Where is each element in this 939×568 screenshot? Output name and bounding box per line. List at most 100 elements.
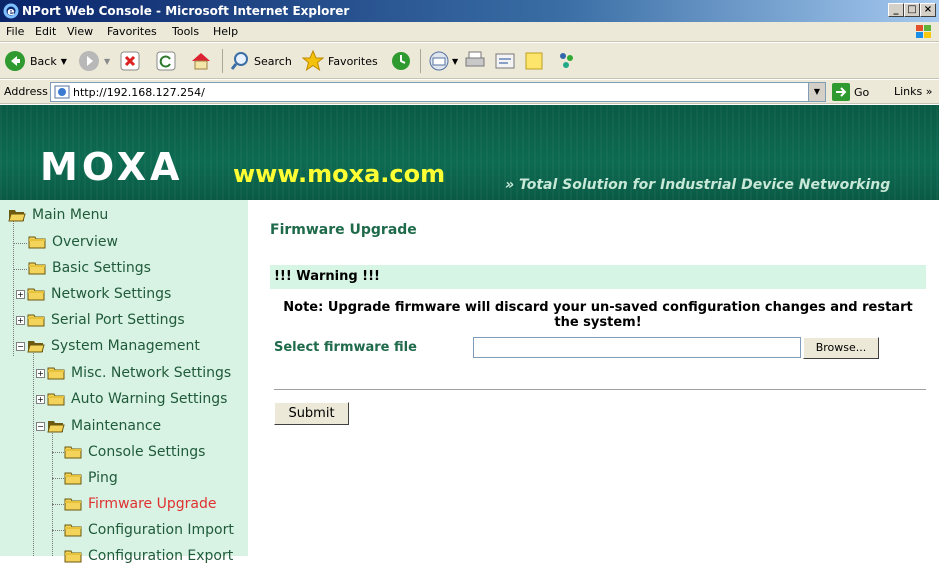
mail-button[interactable]: ▼ — [428, 49, 458, 73]
site-slogan: » Total Solution for Industrial Device N… — [505, 177, 891, 193]
forward-arrow-icon — [79, 51, 99, 71]
stop-icon — [120, 51, 140, 71]
window-title-bar: e NPort Web Console - Microsoft Internet… — [0, 0, 939, 22]
favorites-button[interactable]: Favorites — [302, 49, 378, 73]
site-url[interactable]: www.moxa.com — [233, 160, 445, 188]
warning-banner: !!! Warning !!! — [270, 265, 926, 289]
menu-file[interactable]: File — [6, 22, 24, 42]
sidebar-item-label: System Management — [51, 338, 200, 354]
collapse-toggle-icon[interactable]: − — [36, 421, 45, 431]
messenger-button[interactable] — [556, 49, 578, 73]
history-button[interactable] — [390, 49, 412, 73]
browse-button[interactable]: Browse... — [803, 337, 879, 359]
folder-icon — [64, 550, 82, 563]
go-label: Go — [854, 85, 870, 99]
sidebar-item-basic-settings[interactable]: Basic Settings — [28, 256, 151, 280]
sidebar-item-configuration-export[interactable]: Configuration Export — [64, 544, 233, 568]
forward-button[interactable]: ▼ — [78, 49, 110, 73]
menu-edit[interactable]: Edit — [35, 22, 56, 42]
sidebar-item-label: Ping — [88, 470, 118, 486]
discuss-button[interactable] — [524, 49, 546, 73]
folder-icon — [28, 262, 46, 275]
slogan-text: Total Solution for Industrial Device Net… — [518, 177, 891, 193]
refresh-button[interactable] — [156, 49, 176, 73]
expand-toggle-icon[interactable]: + — [36, 394, 45, 404]
sidebar-item-serial-port-settings[interactable]: + Serial Port Settings — [16, 308, 185, 332]
main-content: Firmware Upgrade !!! Warning !!! Note: U… — [248, 200, 939, 556]
sidebar-item-auto-warning-settings[interactable]: + Auto Warning Settings — [36, 387, 227, 411]
windows-logo-icon — [916, 25, 931, 38]
expand-toggle-icon[interactable]: + — [16, 289, 25, 299]
chevron-down-icon: ▼ — [60, 56, 67, 66]
sidebar-item-overview[interactable]: Overview — [28, 230, 118, 254]
favorites-label: Favorites — [328, 54, 378, 68]
chevron-down-icon: ▼ — [104, 56, 111, 66]
home-icon — [192, 53, 210, 70]
folder-open-icon — [27, 341, 45, 353]
sidebar-item-firmware-upgrade[interactable]: Firmware Upgrade — [64, 492, 216, 516]
expand-toggle-icon[interactable]: + — [16, 315, 25, 325]
svg-text:e: e — [7, 5, 14, 18]
stop-button[interactable] — [120, 49, 140, 73]
sidebar-item-configuration-import[interactable]: Configuration Import — [64, 518, 234, 542]
search-button[interactable]: Search — [230, 49, 292, 73]
menu-view[interactable]: View — [67, 22, 93, 42]
minimize-button[interactable]: _ — [888, 3, 904, 17]
toolbar: Back ▼ ▼ Search Favorites ▼ — [0, 43, 939, 79]
menu-help[interactable]: Help — [213, 22, 238, 42]
address-input[interactable]: http://192.168.127.254/ ▼ — [50, 82, 826, 102]
sidebar-item-label: Basic Settings — [52, 260, 151, 276]
back-button[interactable]: Back ▼ — [4, 49, 67, 73]
sidebar-item-system-management[interactable]: − System Management — [16, 334, 200, 358]
back-label: Back — [30, 54, 57, 68]
folder-icon — [28, 236, 46, 249]
expand-toggle-icon[interactable]: + — [36, 368, 45, 378]
folder-icon — [47, 367, 65, 380]
sidebar-item-ping[interactable]: Ping — [64, 466, 118, 490]
home-button[interactable] — [190, 49, 212, 73]
edit-page-icon — [495, 53, 515, 69]
menu-tools[interactable]: Tools — [172, 22, 199, 42]
firmware-file-input[interactable] — [473, 337, 801, 358]
folder-open-icon — [47, 421, 65, 433]
sidebar-item-label: Configuration Export — [88, 548, 234, 564]
collapse-toggle-icon[interactable]: − — [16, 341, 25, 351]
page-icon — [54, 85, 70, 99]
sidebar-item-label: Overview — [52, 234, 118, 250]
submit-button[interactable]: Submit — [274, 402, 349, 425]
maximize-button[interactable]: □ — [904, 3, 920, 17]
sidebar-item-console-settings[interactable]: Console Settings — [64, 440, 205, 464]
print-button[interactable] — [464, 49, 486, 73]
sidebar-item-misc-network-settings[interactable]: + Misc. Network Settings — [36, 361, 231, 385]
mail-icon — [429, 51, 449, 71]
sidebar-item-label: Main Menu — [32, 207, 109, 223]
menu-bar: File Edit View Favorites Tools Help — [0, 22, 939, 42]
warning-text: !!! Warning !!! — [274, 269, 380, 284]
folder-icon — [64, 472, 82, 485]
sidebar-item-label: Auto Warning Settings — [71, 391, 228, 407]
refresh-icon — [156, 51, 176, 71]
sidebar-item-main-menu[interactable]: Main Menu — [8, 203, 108, 227]
window-title: NPort Web Console - Microsoft Internet E… — [22, 4, 350, 18]
sidebar-item-label: Firmware Upgrade — [88, 496, 217, 512]
sidebar-item-maintenance[interactable]: − Maintenance — [36, 414, 161, 438]
go-button[interactable]: Go — [832, 83, 869, 101]
menu-favorites[interactable]: Favorites — [107, 22, 157, 42]
moxa-logo: MOXA — [40, 145, 184, 189]
edit-button[interactable] — [494, 49, 516, 73]
page-title: Firmware Upgrade — [270, 222, 417, 238]
history-icon — [392, 52, 410, 70]
sidebar-item-label: Serial Port Settings — [51, 312, 185, 328]
address-dropdown-button[interactable]: ▼ — [808, 83, 825, 101]
links-button[interactable]: Links » — [894, 85, 933, 98]
sidebar-item-label: Configuration Import — [88, 522, 234, 538]
firmware-file-label: Select firmware file — [274, 340, 417, 355]
printer-icon — [465, 51, 485, 67]
links-label: Links — [894, 85, 923, 98]
search-label: Search — [254, 54, 292, 68]
site-header: MOXA www.moxa.com » Total Solution for I… — [0, 105, 939, 200]
close-button[interactable]: × — [920, 3, 936, 17]
address-url: http://192.168.127.254/ — [73, 86, 205, 99]
sidebar-item-network-settings[interactable]: + Network Settings — [16, 282, 171, 306]
folder-icon — [64, 524, 82, 537]
